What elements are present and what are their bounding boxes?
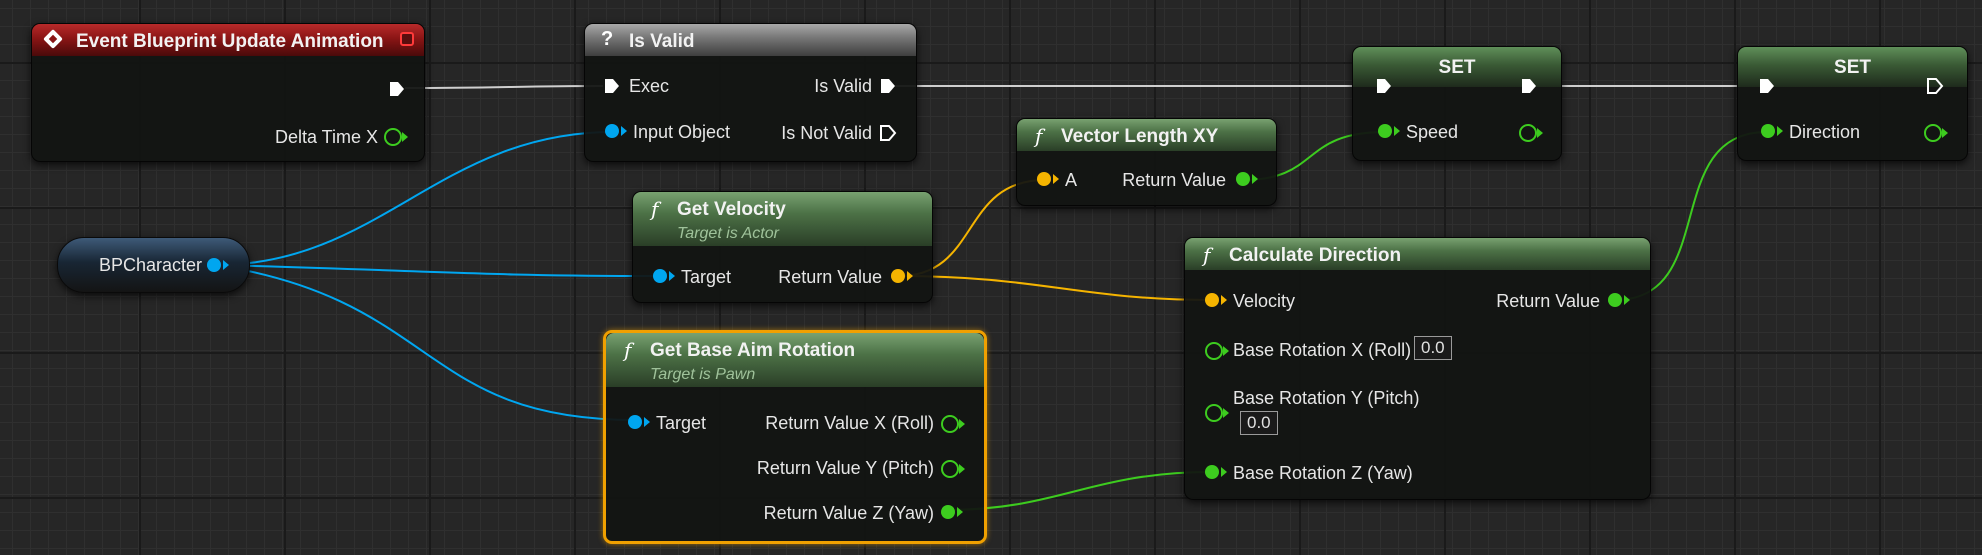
get-velocity-subtitle: Target is Actor: [677, 225, 779, 242]
calc-yaw-label: Base Rotation Z (Yaw): [1233, 463, 1413, 483]
vector-length-header: f Vector Length XY: [1017, 119, 1276, 151]
return-y-label: Return Value Y (Pitch): [756, 458, 934, 478]
set-direction-node[interactable]: SET Direction: [1737, 46, 1968, 161]
is-not-valid-label: Is Not Valid: [781, 123, 872, 143]
is-valid-node[interactable]: ? Is Valid Exec Is Valid Input Object Is…: [584, 23, 917, 162]
set-direction-label: Direction: [1789, 122, 1861, 142]
object-wire-to-get-velocity-target: [215, 264, 661, 277]
return-y-pin[interactable]: [941, 460, 965, 478]
calc-velocity-label: Velocity: [1233, 291, 1296, 311]
bpcharacter-label: BPCharacter: [99, 255, 203, 275]
calc-direction-header: f Calculate Direction: [1185, 238, 1650, 270]
get-base-aim-rotation-node[interactable]: f Get Base Aim Rotation Target is Pawn T…: [603, 330, 987, 544]
vector-length-title: Vector Length XY: [1061, 126, 1219, 147]
calc-return-label: Return Value: [1496, 291, 1600, 311]
set-speed-out-pin[interactable]: [1519, 124, 1543, 142]
delta-time-pin[interactable]: [384, 128, 408, 146]
vector-wire-to-calc-direction: [898, 275, 1213, 301]
function-icon: f: [1203, 243, 1211, 267]
get-velocity-return-label: Return Value: [778, 267, 882, 287]
function-icon: f: [624, 338, 632, 362]
vector-length-xy-node[interactable]: f Vector Length XY A Return Value: [1016, 118, 1277, 206]
calc-return-pin[interactable]: [1608, 293, 1630, 307]
exec-wire-event-to-isvalid: [404, 85, 604, 89]
set-direction-title: SET: [1834, 57, 1871, 78]
calculate-direction-node[interactable]: f Calculate Direction Velocity Return Va…: [1184, 237, 1651, 500]
get-velocity-return-pin[interactable]: [891, 269, 913, 283]
calc-roll-pin[interactable]: [1205, 342, 1229, 360]
calc-pitch-label: Base Rotation Y (Pitch): [1233, 388, 1420, 408]
function-icon: f: [1035, 124, 1043, 148]
calc-yaw-pin[interactable]: [1205, 465, 1227, 479]
get-velocity-title: Get Velocity: [677, 199, 786, 220]
set-speed-in-pin[interactable]: [1378, 124, 1400, 138]
vector-length-return-pin[interactable]: [1236, 172, 1258, 186]
return-x-label: Return Value X (Roll): [765, 413, 934, 433]
return-x-pin[interactable]: [941, 415, 965, 433]
set-speed-node[interactable]: SET Speed: [1352, 46, 1562, 161]
question-icon: ?: [601, 28, 614, 50]
set-direction-exec-in[interactable]: [1758, 77, 1776, 95]
set-speed-title: SET: [1438, 57, 1476, 78]
set-speed-label: Speed: [1406, 122, 1459, 142]
stop-icon: [400, 32, 414, 46]
get-velocity-node[interactable]: f Get Velocity Target is Actor Target Re…: [632, 191, 933, 303]
bpcharacter-variable-node[interactable]: BPCharacter: [57, 237, 250, 293]
is-valid-label: Is Valid: [814, 76, 872, 96]
calc-direction-title: Calculate Direction: [1229, 245, 1402, 266]
is-valid-title: Is Valid: [629, 31, 695, 52]
get-base-aim-target-label: Target: [656, 413, 707, 433]
event-diamond-icon: [43, 29, 63, 49]
input-object-pin[interactable]: [605, 124, 627, 138]
pitch-value-field[interactable]: 0.0: [1240, 411, 1278, 435]
vector-length-a-pin[interactable]: [1037, 172, 1059, 186]
return-z-label: Return Value Z (Yaw): [763, 503, 934, 523]
is-not-valid-exec-pin[interactable]: [879, 124, 897, 142]
bpcharacter-out-pin[interactable]: [207, 258, 229, 272]
event-update-animation-node[interactable]: Event Blueprint Update Animation Delta T…: [31, 23, 425, 162]
delta-time-label: Delta Time X: [274, 127, 378, 147]
function-icon: f: [651, 197, 659, 221]
input-object-label: Input Object: [633, 122, 731, 142]
get-velocity-target-pin[interactable]: [653, 269, 675, 283]
get-velocity-header: f Get Velocity Target is Actor: [633, 192, 932, 246]
calc-pitch-pin[interactable]: [1205, 404, 1229, 422]
event-node-title: Event Blueprint Update Animation: [76, 31, 384, 52]
roll-value-field[interactable]: 0.0: [1414, 336, 1452, 360]
set-direction-in-pin[interactable]: [1761, 124, 1783, 138]
event-node-header: Event Blueprint Update Animation: [32, 24, 424, 56]
calc-roll-label: Base Rotation X (Roll): [1233, 340, 1412, 360]
exec-label: Exec: [629, 76, 670, 96]
is-valid-exec-pin[interactable]: [879, 77, 897, 95]
set-speed-exec-in[interactable]: [1375, 77, 1393, 95]
exec-in-pin[interactable]: [603, 77, 621, 95]
set-direction-exec-out[interactable]: [1926, 77, 1944, 95]
set-direction-out-pin[interactable]: [1924, 124, 1948, 142]
get-base-aim-subtitle: Target is Pawn: [650, 366, 756, 383]
get-base-aim-target-pin[interactable]: [628, 415, 650, 429]
vector-length-a-label: A: [1065, 170, 1078, 190]
vector-length-return-label: Return Value: [1122, 170, 1226, 190]
return-z-pin[interactable]: [941, 505, 963, 519]
is-valid-header: ? Is Valid: [585, 24, 916, 56]
get-base-aim-header: f Get Base Aim Rotation Target is Pawn: [606, 333, 984, 387]
get-base-aim-title: Get Base Aim Rotation: [650, 340, 856, 361]
exec-out-pin[interactable]: [388, 80, 406, 98]
set-speed-exec-out[interactable]: [1520, 77, 1538, 95]
calc-velocity-pin[interactable]: [1205, 293, 1227, 307]
object-wire-to-get-base-aim-target: [215, 264, 637, 421]
get-velocity-target-label: Target: [681, 267, 732, 287]
